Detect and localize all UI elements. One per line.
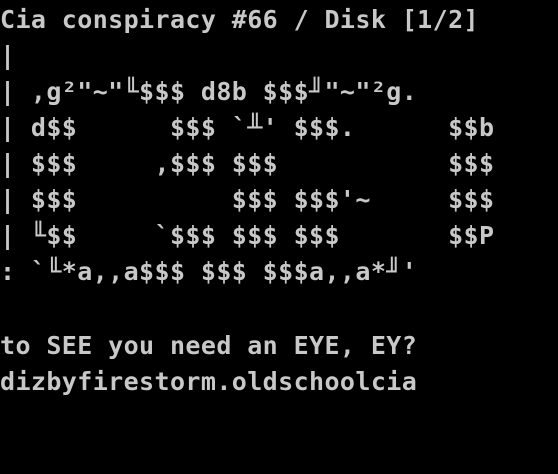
terminal-screen: Cia conspiracy #66 / Disk [1/2] | | | ,g…: [0, 0, 558, 474]
ascii-art-line-1: | |: [0, 41, 16, 70]
disk-title: Cia conspiracy #66 / Disk [1/2]: [0, 5, 479, 34]
ascii-art-line-4: | $$$ ,$$$ $$$ $$$ |: [0, 149, 558, 178]
ascii-art-line-7: : `╙*a,,a$$$ $$$ $$$a,,a*╜' :: [0, 257, 558, 286]
ascii-art-line-8: .: [0, 293, 558, 322]
ascii-art-line-6: | ╙$$ `$$$ $$$ $$$ $$P |: [0, 221, 558, 250]
ascii-art-line-5: | $$$ $$$ $$$'~ $$$ |: [0, 185, 558, 214]
tagline-text: to SEE you need an EYE, EY?: [0, 331, 418, 360]
ascii-art-line-3: | d$$ $$$ `╨' $$$. $$b |: [0, 113, 558, 142]
ascii-art-line-2: | ,g²"~"╙$$$ d8b $$$╜"~"²g. |: [0, 77, 558, 106]
credit-text: dizbyfirestorm.oldschoolcia: [0, 367, 418, 396]
